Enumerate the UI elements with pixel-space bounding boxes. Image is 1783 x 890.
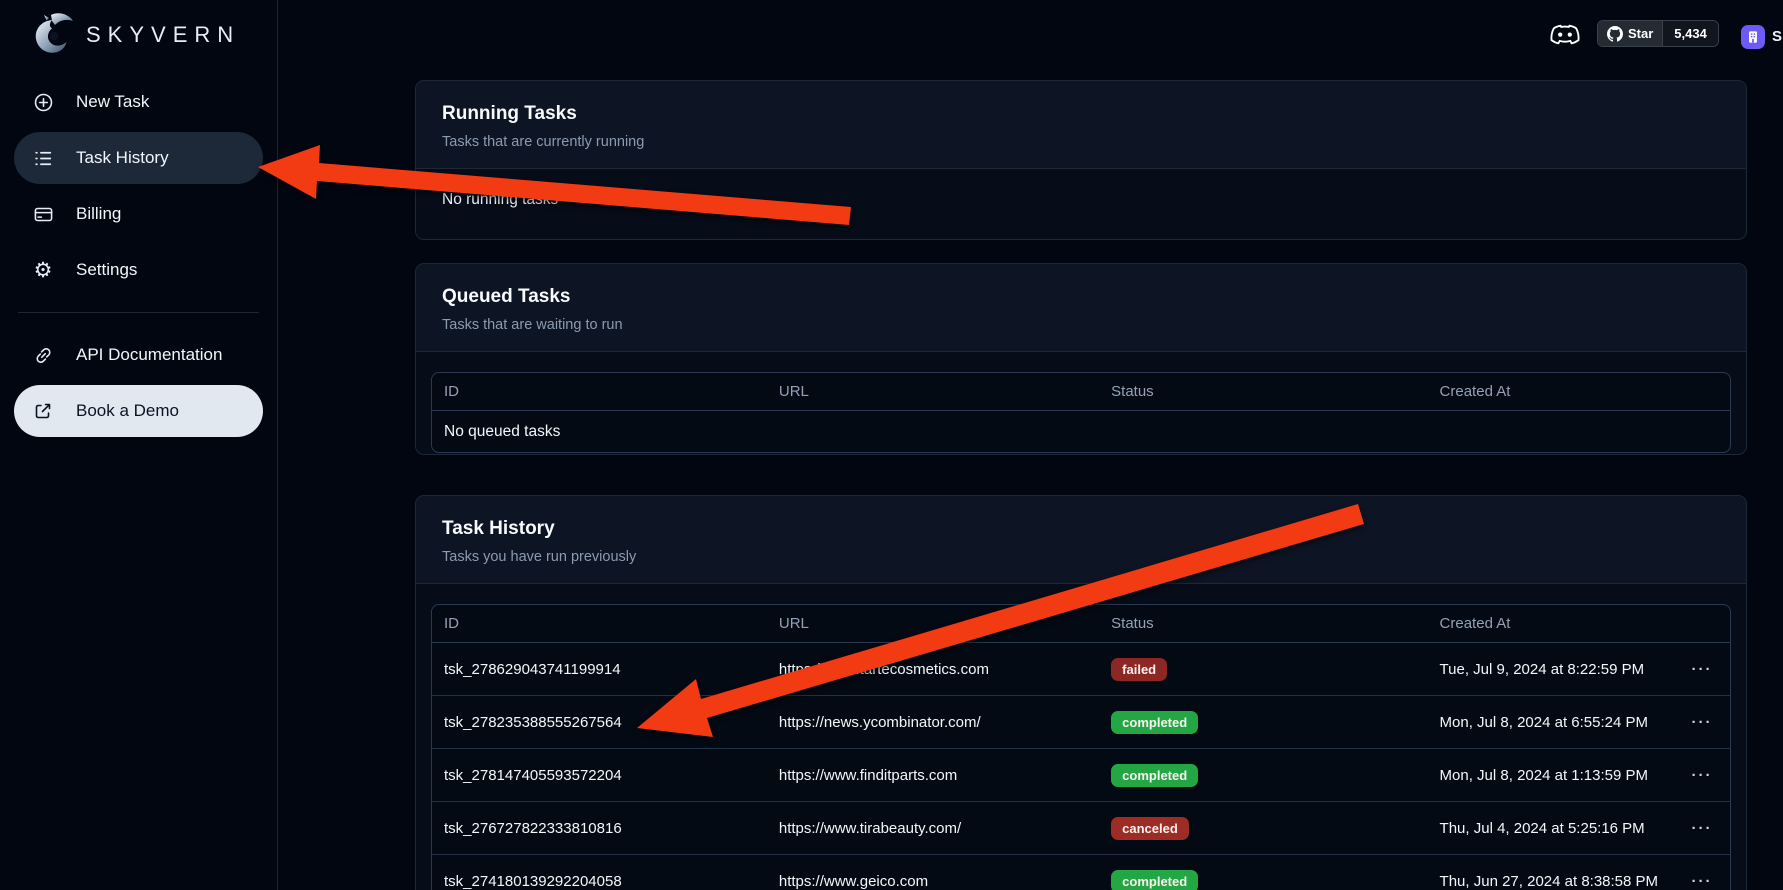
task-created-at: Tue, Jul 9, 2024 at 8:22:59 PM xyxy=(1428,661,1674,678)
column-header-status: Status xyxy=(1099,383,1427,400)
task-created-at: Thu, Jun 27, 2024 at 8:38:58 PM xyxy=(1428,873,1674,890)
plus-circle-icon xyxy=(32,91,54,113)
status-badge: failed xyxy=(1111,658,1167,681)
credit-card-icon xyxy=(32,203,54,225)
task-created-at: Thu, Jul 4, 2024 at 5:25:16 PM xyxy=(1428,820,1674,837)
sidebar-item-task-history[interactable]: Task History xyxy=(14,132,263,184)
github-star-count: 5,434 xyxy=(1662,21,1718,46)
gear-icon: ⚙ xyxy=(32,259,54,281)
queued-tasks-table: ID URL Status Created At No queued tasks xyxy=(431,372,1731,453)
column-header-id: ID xyxy=(432,615,767,632)
queued-empty-row: No queued tasks xyxy=(432,411,1730,452)
github-octocat-icon xyxy=(1607,26,1623,42)
sidebar-item-label: Task History xyxy=(76,148,169,168)
card-subtitle: Tasks that are currently running xyxy=(442,134,1720,150)
discord-icon[interactable] xyxy=(1549,21,1581,46)
skyvern-dragon-logo-icon xyxy=(28,12,76,58)
sidebar-item-label: API Documentation xyxy=(76,345,222,365)
sidebar: SKYVERN New Task Task History xyxy=(0,0,278,890)
task-url: https://www.tirabeauty.com/ xyxy=(767,820,1099,837)
task-url: https://news.ycombinator.com/ xyxy=(767,714,1099,731)
sidebar-item-book-a-demo[interactable]: Book a Demo xyxy=(14,385,263,437)
sidebar-item-api-documentation[interactable]: API Documentation xyxy=(14,329,263,381)
column-header-url: URL xyxy=(767,615,1099,632)
sidebar-item-settings[interactable]: ⚙ Settings xyxy=(14,244,263,296)
task-id: tsk_278147405593572204 xyxy=(432,767,767,784)
status-badge: canceled xyxy=(1111,817,1189,840)
github-star-label: Star xyxy=(1628,26,1653,41)
task-row[interactable]: tsk_278147405593572204 https://www.findi… xyxy=(432,749,1730,802)
logo: SKYVERN xyxy=(0,0,277,62)
list-icon xyxy=(32,147,54,169)
running-tasks-header: Running Tasks Tasks that are currently r… xyxy=(416,81,1746,169)
task-url: https://www.geico.com xyxy=(767,873,1099,890)
sidebar-item-label: New Task xyxy=(76,92,149,112)
sidebar-item-label: Billing xyxy=(76,204,121,224)
task-history-header: Task History Tasks you have run previous… xyxy=(416,496,1746,584)
sidebar-item-label: Settings xyxy=(76,260,137,280)
card-title: Queued Tasks xyxy=(442,286,1720,308)
sidebar-item-label: Book a Demo xyxy=(76,401,179,421)
link-icon xyxy=(32,344,54,366)
status-badge: completed xyxy=(1111,870,1198,890)
running-tasks-card: Running Tasks Tasks that are currently r… xyxy=(415,80,1747,240)
card-subtitle: Tasks that are waiting to run xyxy=(442,317,1720,333)
topbar: Star 5,434 Sk xyxy=(278,0,1783,60)
task-row[interactable]: tsk_278235388555267564 https://news.ycom… xyxy=(432,696,1730,749)
task-created-at: Mon, Jul 8, 2024 at 6:55:24 PM xyxy=(1428,714,1674,731)
column-header-created-at: Created At xyxy=(1428,383,1730,400)
column-header-url: URL xyxy=(767,383,1099,400)
avatar[interactable] xyxy=(1741,25,1765,49)
organization-building-icon xyxy=(1746,30,1760,44)
queued-tasks-card: Queued Tasks Tasks that are waiting to r… xyxy=(415,263,1747,455)
row-actions-button[interactable]: ··· xyxy=(1674,661,1730,678)
card-subtitle: Tasks you have run previously xyxy=(442,549,1720,565)
task-row[interactable]: tsk_276727822333810816 https://www.tirab… xyxy=(432,802,1730,855)
column-header-created-at: Created At xyxy=(1428,615,1674,632)
sidebar-divider xyxy=(18,312,259,313)
status-badge: completed xyxy=(1111,711,1198,734)
table-header-row: ID URL Status Created At xyxy=(432,373,1730,411)
task-url: https://www.finditparts.com xyxy=(767,767,1099,784)
task-id: tsk_276727822333810816 xyxy=(432,820,767,837)
sidebar-item-new-task[interactable]: New Task xyxy=(14,76,263,128)
column-header-status: Status xyxy=(1099,615,1427,632)
card-title: Task History xyxy=(442,518,1720,540)
empty-text: No queued tasks xyxy=(432,423,1730,441)
brand-name: SKYVERN xyxy=(86,22,240,48)
app-root: SKYVERN New Task Task History xyxy=(0,0,1783,890)
row-actions-button[interactable]: ··· xyxy=(1674,767,1730,784)
task-created-at: Mon, Jul 8, 2024 at 1:13:59 PM xyxy=(1428,767,1674,784)
task-url: https://www.tartecosmetics.com xyxy=(767,661,1099,678)
sidebar-item-billing[interactable]: Billing xyxy=(14,188,263,240)
sidebar-nav: New Task Task History Billing ⚙ Settings xyxy=(0,62,277,437)
task-row[interactable]: tsk_274180139292204058 https://www.geico… xyxy=(432,855,1730,890)
task-id: tsk_274180139292204058 xyxy=(432,873,767,890)
table-header-row: ID URL Status Created At xyxy=(432,605,1730,643)
card-title: Running Tasks xyxy=(442,103,1720,125)
row-actions-button[interactable]: ··· xyxy=(1674,873,1730,890)
status-badge: completed xyxy=(1111,764,1198,787)
column-header-id: ID xyxy=(432,383,767,400)
task-id: tsk_278629043741199914 xyxy=(432,661,767,678)
row-actions-button[interactable]: ··· xyxy=(1674,714,1730,731)
running-tasks-empty: No running tasks xyxy=(416,169,1746,231)
row-actions-button[interactable]: ··· xyxy=(1674,820,1730,837)
external-link-icon xyxy=(32,400,54,422)
github-star-widget[interactable]: Star 5,434 xyxy=(1597,20,1719,47)
queued-tasks-header: Queued Tasks Tasks that are waiting to r… xyxy=(416,264,1746,352)
task-id: tsk_278235388555267564 xyxy=(432,714,767,731)
task-history-table: ID URL Status Created At tsk_27862904374… xyxy=(431,604,1731,890)
github-star-button[interactable]: Star xyxy=(1598,21,1662,46)
user-name: Sk xyxy=(1772,28,1783,45)
task-history-card: Task History Tasks you have run previous… xyxy=(415,495,1747,890)
task-row[interactable]: tsk_278629043741199914 https://www.tarte… xyxy=(432,643,1730,696)
